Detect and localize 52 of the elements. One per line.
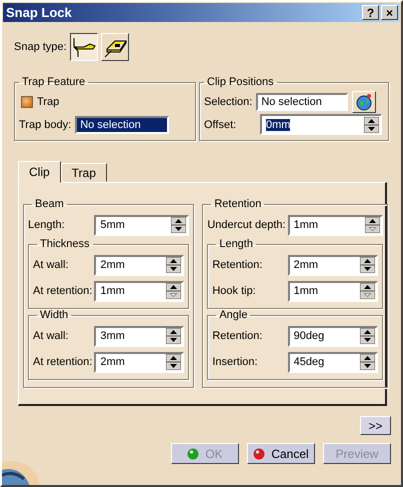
spin-field[interactable]: 0mm <box>260 114 382 135</box>
spin-field[interactable]: 1mm <box>94 280 184 302</box>
field-label: Insertion: <box>212 356 258 368</box>
field-label: Retention: <box>212 330 262 342</box>
field-label: Trap body: <box>19 118 72 130</box>
group-title: Trap Feature <box>21 76 86 88</box>
checkbox[interactable] <box>21 96 33 108</box>
tab[interactable]: Trap <box>60 163 107 182</box>
more-button[interactable]: >> <box>360 416 391 435</box>
spin-field[interactable]: 2mm <box>288 254 378 276</box>
group-title: Width <box>39 309 70 321</box>
close-button[interactable]: × <box>381 5 398 20</box>
hook-snap-button[interactable] <box>70 33 98 61</box>
field-label: At retention: <box>33 285 92 297</box>
spin-field[interactable]: 1mm <box>288 214 383 236</box>
plate-snap-button[interactable] <box>100 33 129 61</box>
field-label: Undercut depth: <box>207 219 286 231</box>
field-label: Offset: <box>204 118 238 130</box>
field-label: At wall: <box>33 259 68 271</box>
spin-field[interactable]: 3mm <box>94 326 184 346</box>
ball-icon <box>187 448 200 460</box>
spin-field[interactable]: 90deg <box>288 326 378 346</box>
group-title: Retention <box>213 198 262 210</box>
field-label: Hook tip: <box>212 285 256 297</box>
group-title: Angle <box>218 309 248 321</box>
spin-field[interactable]: 2mm <box>94 254 184 276</box>
hook-icon <box>72 36 96 58</box>
window-title: Snap Lock <box>6 5 73 20</box>
input-field[interactable]: No selection <box>256 92 348 110</box>
group-title: Beam <box>34 198 65 210</box>
pick-button[interactable] <box>352 90 376 112</box>
help-button[interactable]: ? <box>362 5 379 20</box>
spin-field[interactable]: 45deg <box>288 352 378 372</box>
group-title: Thickness <box>39 238 91 250</box>
field-label: Retention: <box>212 259 262 271</box>
field-label: Selection: <box>204 96 252 108</box>
tab[interactable]: Clip <box>18 161 61 183</box>
field-label: At retention: <box>33 356 92 368</box>
input-field[interactable]: No selection <box>75 116 170 134</box>
spin-arrows-icon <box>364 116 379 132</box>
group-title: Clip Positions <box>206 76 275 88</box>
globe-icon <box>355 92 374 110</box>
checkbox-label: Trap <box>37 96 60 108</box>
ball-icon <box>253 448 266 460</box>
field-label: Length: <box>28 219 65 231</box>
snap-type-label: Snap type: <box>14 41 67 53</box>
cancel-button[interactable]: Cancel <box>247 443 315 464</box>
field-label: At wall: <box>33 330 68 342</box>
spin-field[interactable]: 5mm <box>94 214 190 236</box>
spin-field[interactable]: 1mm <box>288 280 378 302</box>
group-title: Length <box>218 238 254 250</box>
spin-field[interactable]: 2mm <box>94 352 184 372</box>
